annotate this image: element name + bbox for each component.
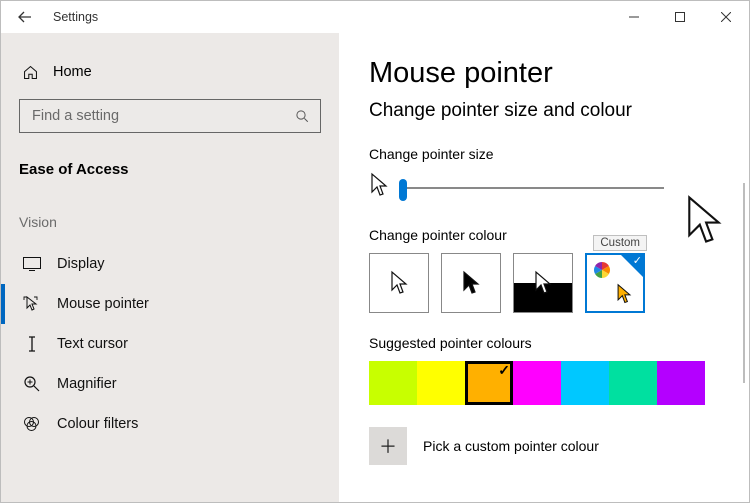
- cursor-icon: [461, 270, 481, 296]
- selected-check-icon: [621, 255, 643, 277]
- pointer-size-label: Change pointer size: [369, 146, 719, 162]
- sidebar-section: Ease of Access: [1, 157, 339, 214]
- text-cursor-icon: [23, 335, 41, 353]
- content: Mouse pointer Change pointer size and co…: [339, 33, 749, 502]
- search-icon: [295, 109, 310, 124]
- plus-icon: ＋: [379, 433, 397, 459]
- window-title: Settings: [49, 10, 98, 24]
- suggested-swatches: [369, 361, 719, 405]
- cursor-icon: [389, 270, 409, 296]
- display-icon: [23, 255, 41, 273]
- colour-swatch[interactable]: [513, 361, 561, 405]
- pointer-colour-white[interactable]: [369, 253, 429, 313]
- pointer-size-slider[interactable]: [399, 187, 664, 189]
- sidebar-item-label: Colour filters: [57, 416, 138, 432]
- sidebar-item-label: Magnifier: [57, 376, 117, 392]
- search-input[interactable]: [19, 99, 321, 133]
- cursor-small-icon: [369, 172, 389, 203]
- colour-swatch[interactable]: [561, 361, 609, 405]
- sidebar-item-magnifier[interactable]: Magnifier: [1, 364, 339, 404]
- suggested-colours-label: Suggested pointer colours: [369, 335, 719, 351]
- colour-swatch[interactable]: [657, 361, 705, 405]
- pick-custom-colour-button[interactable]: ＋: [369, 427, 407, 465]
- maximize-icon: [675, 12, 685, 22]
- sidebar-home[interactable]: Home: [1, 55, 339, 89]
- minimize-icon: [629, 12, 639, 22]
- maximize-button[interactable]: [657, 1, 703, 33]
- back-button[interactable]: [1, 1, 49, 33]
- search-field[interactable]: [30, 107, 295, 125]
- pick-custom-colour-label: Pick a custom pointer colour: [423, 438, 599, 454]
- minimize-button[interactable]: [611, 1, 657, 33]
- sidebar-home-label: Home: [53, 64, 92, 80]
- sidebar-item-label: Text cursor: [57, 336, 128, 352]
- cursor-large-icon: [683, 193, 725, 253]
- page-subtitle: Change pointer size and colour: [369, 100, 719, 122]
- back-arrow-icon: [17, 9, 33, 25]
- sidebar: Home Ease of Access Vision Display Mouse…: [1, 33, 339, 502]
- sidebar-item-text-cursor[interactable]: Text cursor: [1, 324, 339, 364]
- scrollbar[interactable]: [743, 183, 745, 383]
- colour-filters-icon: [23, 415, 41, 433]
- sidebar-group: Vision: [1, 214, 339, 244]
- pointer-colour-label: Change pointer colour: [369, 227, 719, 243]
- sidebar-item-label: Display: [57, 256, 105, 272]
- colour-swatch[interactable]: [369, 361, 417, 405]
- sidebar-item-label: Mouse pointer: [57, 296, 149, 312]
- pointer-colour-inverted[interactable]: [513, 253, 573, 313]
- colour-swatch[interactable]: [465, 361, 513, 405]
- mouse-pointer-icon: [23, 295, 41, 313]
- pointer-colour-black[interactable]: [441, 253, 501, 313]
- sidebar-item-colour-filters[interactable]: Colour filters: [1, 404, 339, 444]
- colour-swatch[interactable]: [417, 361, 465, 405]
- sidebar-item-display[interactable]: Display: [1, 244, 339, 284]
- cursor-icon: [533, 270, 553, 296]
- sidebar-item-mouse-pointer[interactable]: Mouse pointer: [1, 284, 339, 324]
- slider-thumb[interactable]: [399, 179, 407, 201]
- magnifier-icon: [23, 375, 41, 393]
- page-title: Mouse pointer: [369, 57, 719, 90]
- colour-swatch[interactable]: [609, 361, 657, 405]
- pointer-colour-custom[interactable]: Custom: [585, 253, 645, 313]
- custom-tooltip: Custom: [593, 235, 647, 251]
- home-icon: [21, 63, 39, 81]
- titlebar: Settings: [1, 1, 749, 33]
- close-icon: [721, 12, 731, 22]
- close-button[interactable]: [703, 1, 749, 33]
- cursor-icon: [615, 283, 633, 305]
